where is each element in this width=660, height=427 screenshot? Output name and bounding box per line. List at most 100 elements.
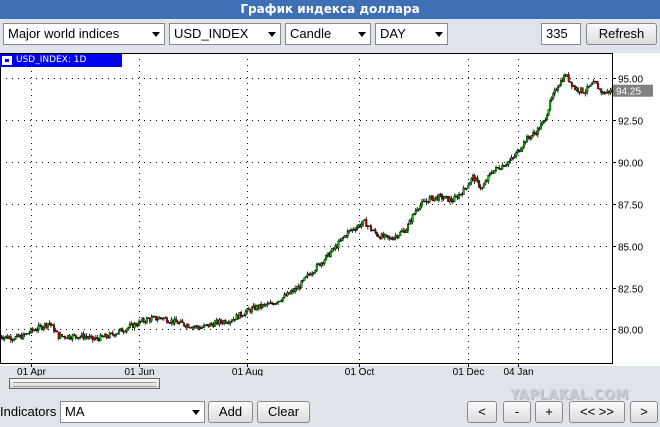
- app-window: График индекса доллара Major world indic…: [0, 0, 660, 427]
- window-title: График индекса доллара: [0, 0, 660, 19]
- zoom-in-button[interactable]: +: [535, 401, 563, 423]
- candle-body: [314, 270, 317, 273]
- market-select[interactable]: Major world indices: [3, 23, 165, 45]
- symbol-select-value: USD_INDEX: [174, 26, 249, 41]
- candle-body: [539, 123, 542, 130]
- candle-body: [346, 230, 349, 237]
- candle-body: [399, 231, 402, 236]
- y-tick-label: 87.50: [618, 201, 643, 212]
- candle-body: [478, 180, 481, 188]
- candle-body: [407, 224, 410, 231]
- refresh-button[interactable]: Refresh: [586, 23, 657, 45]
- candle-body: [376, 232, 379, 237]
- bars-count-input[interactable]: 335: [541, 23, 581, 45]
- zoom-out-button[interactable]: -: [503, 401, 531, 423]
- candle-body: [150, 317, 153, 322]
- candle-body: [105, 333, 108, 338]
- chevron-down-icon: [152, 32, 160, 37]
- candle-body: [374, 229, 377, 233]
- candle-body: [219, 319, 222, 323]
- x-tick-label: 01 Aug: [232, 367, 263, 376]
- candle-body: [453, 196, 456, 203]
- candle-body: [356, 226, 359, 231]
- candle-body: [42, 327, 45, 330]
- chevron-down-icon: [435, 32, 443, 37]
- x-tick-label: 01 Oct: [345, 367, 375, 376]
- y-tick-label: 90.00: [618, 159, 643, 170]
- candle-body: [597, 83, 600, 90]
- candle-body: [244, 311, 247, 316]
- candle-body: [182, 322, 185, 326]
- candle-body: [111, 332, 114, 335]
- candle-body: [0, 336, 3, 339]
- candle-body: [541, 121, 544, 125]
- add-indicator-button[interactable]: Add: [208, 401, 253, 423]
- indicators-label: Indicators: [0, 404, 57, 419]
- indicator-select-value: MA: [65, 404, 85, 419]
- candle-body: [581, 87, 584, 94]
- candle-body: [509, 159, 512, 162]
- chart-type-select[interactable]: Candle: [285, 23, 371, 45]
- candle-body: [60, 334, 63, 337]
- plot-border: [0, 53, 613, 364]
- candle-body: [584, 91, 587, 94]
- candle-body: [552, 93, 555, 99]
- candle-body: [450, 197, 453, 202]
- candle-body: [329, 251, 332, 257]
- candle-body: [567, 74, 570, 82]
- symbol-select[interactable]: USD_INDEX: [169, 23, 281, 45]
- candle-body: [595, 81, 598, 84]
- candle-body: [482, 184, 485, 189]
- candle-body: [386, 235, 389, 238]
- scroll-right-button[interactable]: >: [630, 401, 658, 423]
- period-select-value: DAY: [380, 26, 406, 41]
- candle-body: [337, 241, 340, 249]
- window-icon: [2, 56, 12, 65]
- candle-body: [521, 146, 524, 150]
- y-tick-label: 92.50: [618, 117, 643, 128]
- candle-body: [46, 323, 49, 328]
- candle-body: [507, 161, 510, 165]
- candle-body: [128, 324, 131, 328]
- price-tag-label: 94.25: [616, 87, 641, 98]
- candle-body: [369, 225, 372, 231]
- candle-body: [519, 149, 522, 153]
- candle-body: [589, 84, 592, 88]
- candle-body: [493, 169, 496, 174]
- candle-body: [393, 237, 396, 240]
- fit-all-button[interactable]: << >>: [569, 401, 625, 423]
- chevron-down-icon: [268, 32, 276, 37]
- candle-body: [250, 307, 253, 313]
- candle-body: [68, 335, 71, 339]
- candle-body: [181, 320, 184, 323]
- candle-body: [476, 177, 479, 181]
- candle-body: [74, 334, 77, 338]
- candle-body: [467, 185, 470, 189]
- chart-scroll-thumb[interactable]: [9, 378, 160, 389]
- clear-indicators-button[interactable]: Clear: [257, 401, 310, 423]
- candle-body: [547, 109, 550, 116]
- candle-body: [281, 297, 284, 302]
- chart-type-select-value: Candle: [290, 26, 332, 41]
- candle-body: [125, 328, 128, 332]
- candle-body: [550, 97, 553, 101]
- candle-body: [175, 318, 178, 323]
- candle-body: [289, 291, 292, 295]
- candle-body: [127, 327, 130, 330]
- x-tick-label: 04 Jan: [503, 367, 533, 376]
- scroll-left-button[interactable]: <: [467, 401, 497, 423]
- indicator-select[interactable]: MA: [60, 401, 205, 423]
- candle-body: [121, 328, 124, 332]
- candle-body: [397, 235, 400, 238]
- candle-body: [462, 187, 465, 195]
- candle-body: [325, 255, 328, 261]
- candle-body: [527, 136, 530, 139]
- period-select[interactable]: DAY: [375, 23, 448, 45]
- price-chart: 80.00 82.50 85.00 87.50 90.00 92.50 95.00 01 Ap…: [0, 53, 653, 376]
- x-tick-label: 01 Dec: [453, 367, 485, 376]
- chevron-down-icon: [192, 410, 200, 415]
- candle-body: [100, 334, 103, 337]
- y-tick-label: 85.00: [618, 243, 643, 254]
- candle-body: [311, 273, 314, 276]
- candle-body: [178, 322, 181, 325]
